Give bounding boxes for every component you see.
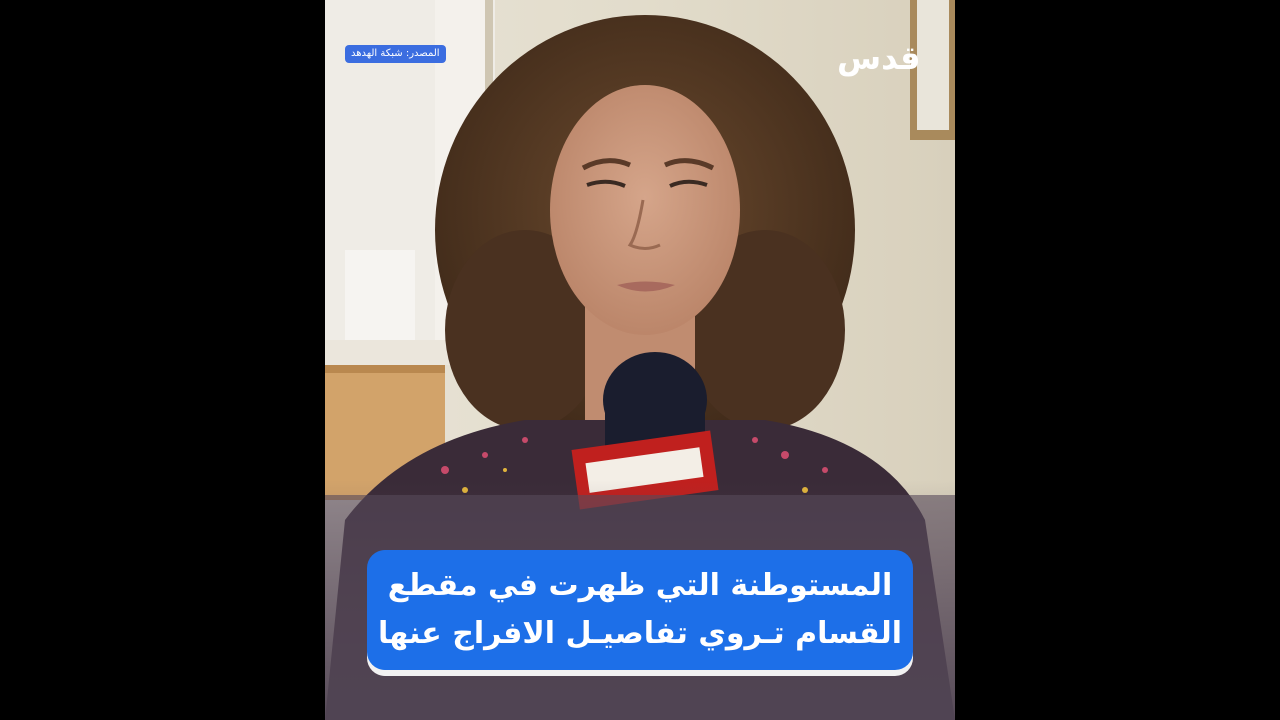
caption-line-2: القسام تـروي تفاصيـل الافراج عنها [377, 616, 903, 651]
source-badge: المصدر: شبكة الهدهد [345, 45, 446, 63]
caption-box: المستوطنة التي ظهرت في مقطع القسام تـروي… [367, 550, 913, 670]
video-frame: المصدر: شبكة الهدهد قدس المستوطنة التي ظ… [325, 0, 955, 720]
channel-logo: قدس [837, 39, 921, 77]
caption-line-1: المستوطنة التي ظهرت في مقطع [387, 568, 893, 603]
